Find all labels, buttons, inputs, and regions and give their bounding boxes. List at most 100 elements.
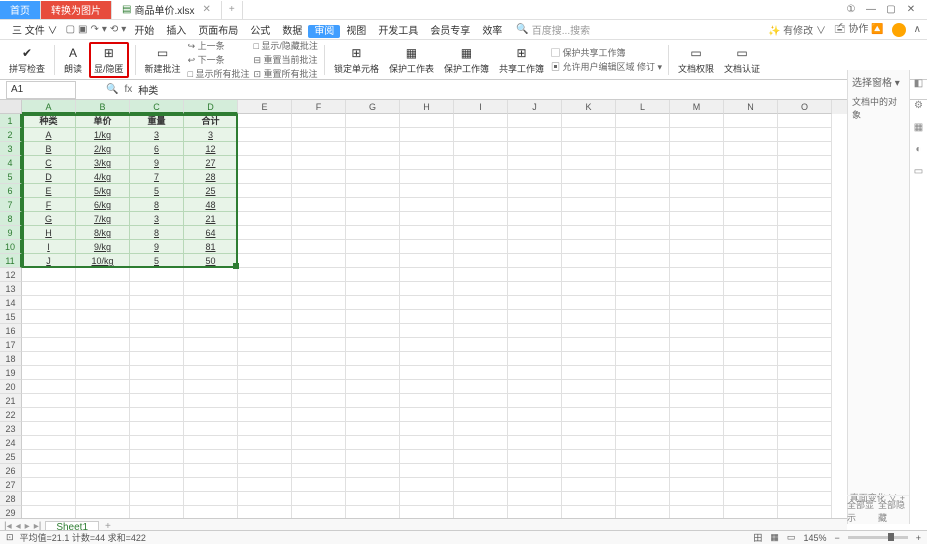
cell[interactable] [562,282,616,296]
zoom-level[interactable]: 145% [803,533,826,543]
cell[interactable] [346,170,400,184]
cell[interactable] [292,450,346,464]
cell[interactable] [778,114,832,128]
cell[interactable] [346,226,400,240]
caret-icon[interactable]: ∧ [914,24,921,35]
cell[interactable] [508,324,562,338]
cell[interactable] [238,156,292,170]
cell[interactable] [130,408,184,422]
cell[interactable] [508,142,562,156]
cell[interactable]: 4/kg [76,170,130,184]
cell[interactable] [184,408,238,422]
share-book-button[interactable]: ⊞共享工作簿 [496,42,547,78]
cell[interactable] [184,450,238,464]
cell[interactable] [346,338,400,352]
cell[interactable] [562,380,616,394]
cell[interactable] [238,184,292,198]
cell[interactable] [76,296,130,310]
cell[interactable] [184,478,238,492]
cell[interactable] [724,226,778,240]
cell[interactable] [778,436,832,450]
cell[interactable] [508,450,562,464]
cell[interactable] [508,184,562,198]
col-header[interactable]: I [454,100,508,114]
cell[interactable] [238,226,292,240]
cell[interactable] [22,324,76,338]
cell[interactable]: 27 [184,156,238,170]
cell[interactable]: 10/kg [76,254,130,268]
cell[interactable] [724,114,778,128]
cell[interactable] [346,296,400,310]
cell[interactable] [238,450,292,464]
col-header[interactable]: N [724,100,778,114]
cell[interactable] [292,352,346,366]
cell[interactable] [562,394,616,408]
cell[interactable] [292,436,346,450]
cell[interactable] [562,478,616,492]
cell[interactable] [400,394,454,408]
cell[interactable] [670,240,724,254]
cell[interactable]: 6/kg [76,198,130,212]
close-icon[interactable]: ✕ [202,4,210,15]
menu-公式[interactable]: 公式 [244,25,276,38]
cell[interactable] [454,296,508,310]
cell[interactable] [22,352,76,366]
cell[interactable] [454,408,508,422]
cell[interactable] [400,142,454,156]
cell[interactable] [670,478,724,492]
cell[interactable] [724,464,778,478]
cell[interactable] [346,352,400,366]
side-icon[interactable]: ▦ [912,120,926,134]
cell[interactable] [508,198,562,212]
cell[interactable] [562,422,616,436]
cell[interactable] [778,394,832,408]
cell[interactable] [724,296,778,310]
spreadsheet-grid[interactable]: 1234567891011121314151617181920212223242… [0,100,847,524]
cell[interactable] [508,436,562,450]
cell[interactable] [238,114,292,128]
cell[interactable] [616,450,670,464]
row-header[interactable]: 20 [0,380,22,394]
cell[interactable] [454,352,508,366]
row-header[interactable]: 1 [0,114,22,128]
cell[interactable] [616,240,670,254]
cell[interactable] [670,156,724,170]
cell[interactable] [184,436,238,450]
cell[interactable] [508,408,562,422]
cell[interactable] [292,156,346,170]
highlighted-button[interactable]: ⊞显/隐匿 [89,42,129,78]
cell[interactable]: 21 [184,212,238,226]
cell[interactable] [400,380,454,394]
cell[interactable] [346,324,400,338]
cell[interactable] [508,296,562,310]
cell[interactable] [184,310,238,324]
cell[interactable] [454,436,508,450]
col-header[interactable]: J [508,100,562,114]
cell[interactable] [292,478,346,492]
col-header[interactable]: K [562,100,616,114]
cell[interactable] [670,296,724,310]
cell[interactable] [454,226,508,240]
cell[interactable] [616,324,670,338]
menu-审阅[interactable]: 审阅 [308,25,340,38]
menu-开发工具[interactable]: 开发工具 [372,25,424,38]
cell[interactable] [778,380,832,394]
cell[interactable] [346,184,400,198]
side-panel-title[interactable]: 选择窗格 ▾ [852,74,905,89]
cell[interactable] [130,324,184,338]
cell[interactable] [76,436,130,450]
cell[interactable] [562,156,616,170]
cell[interactable] [670,422,724,436]
cell[interactable] [670,450,724,464]
cell[interactable] [292,198,346,212]
row-header[interactable]: 14 [0,296,22,310]
row-header[interactable]: 8 [0,212,22,226]
cell[interactable] [778,366,832,380]
cell[interactable] [724,184,778,198]
cell[interactable] [508,128,562,142]
cell[interactable] [292,464,346,478]
cell[interactable] [670,268,724,282]
cell[interactable] [670,352,724,366]
cell[interactable] [76,268,130,282]
cell[interactable] [400,282,454,296]
